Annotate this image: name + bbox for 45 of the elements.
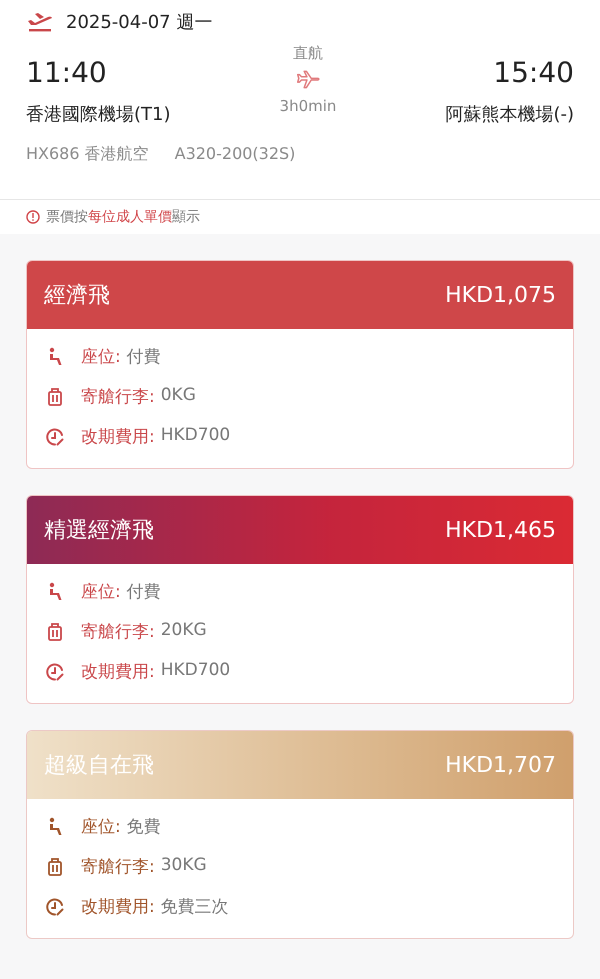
departure-airport: 香港國際機場(T1): [26, 103, 170, 126]
price-notice: 票價按每位成人單價顯示: [46, 208, 200, 226]
clock-edit-icon: [45, 426, 65, 446]
feature-label: 改期費用:: [81, 661, 155, 683]
departure-time: 11:40: [26, 56, 107, 90]
stops-label: 直航: [292, 44, 323, 63]
aircraft-type: A320-200(32S): [174, 144, 296, 165]
feature-value: 付費: [126, 581, 161, 603]
flight-number: HX686 香港航空: [26, 144, 149, 165]
feature-label: 寄艙行李:: [81, 621, 155, 643]
feature-label: 改期費用:: [81, 426, 155, 448]
feature-value: HKD700: [160, 425, 230, 447]
feature-label: 座位:: [81, 816, 121, 838]
arrival-time: 15:40: [493, 56, 574, 90]
fare-name: 經濟飛: [44, 282, 110, 310]
flight-duration: 3h0min: [280, 97, 336, 115]
feature-label: 座位:: [81, 346, 121, 368]
feature-value: 20KG: [160, 620, 207, 642]
feature-label: 改期費用:: [81, 896, 155, 918]
feature-value: 免費: [126, 816, 161, 838]
fare-price: HKD1,465: [445, 518, 556, 542]
feature-value: 付費: [126, 346, 161, 368]
clock-edit-icon: [45, 896, 65, 916]
clock-edit-icon: [45, 662, 65, 682]
feature-label: 寄艙行李:: [81, 386, 155, 408]
flight-date: 2025-04-07 週一: [66, 11, 212, 34]
feature-value: 0KG: [160, 385, 196, 407]
luggage-icon: [45, 622, 65, 642]
luggage-icon: [45, 386, 65, 406]
departure-icon: [26, 11, 54, 33]
fare-price: HKD1,707: [445, 752, 556, 778]
feature-value: 30KG: [160, 855, 207, 877]
feature-label: 寄艙行李:: [81, 856, 155, 878]
fare-name: 超級自在飛: [44, 752, 154, 780]
fare-card[interactable]: 精選經濟飛 HKD1,465 座位: 付費 寄艙行李: 20KG 改期費用: HKD700: [26, 495, 574, 704]
fare-price: HKD1,075: [445, 282, 556, 308]
fare-card[interactable]: 超級自在飛 HKD1,707 座位: 免費 寄艙行李: 30KG 改期費用: 免費三次: [26, 730, 574, 939]
feature-value: 免費三次: [160, 896, 229, 918]
arrival-airport: 阿蘇熊本機場(-): [445, 103, 574, 126]
feature-label: 座位:: [81, 581, 121, 603]
fare-card[interactable]: 經濟飛 HKD1,075 座位: 付費 寄艙行李: 0KG 改期費用: HKD700: [26, 260, 574, 469]
info-icon: [26, 210, 40, 224]
luggage-icon: [45, 856, 65, 876]
fare-name: 精選經濟飛: [44, 517, 154, 545]
feature-value: HKD700: [160, 660, 230, 682]
